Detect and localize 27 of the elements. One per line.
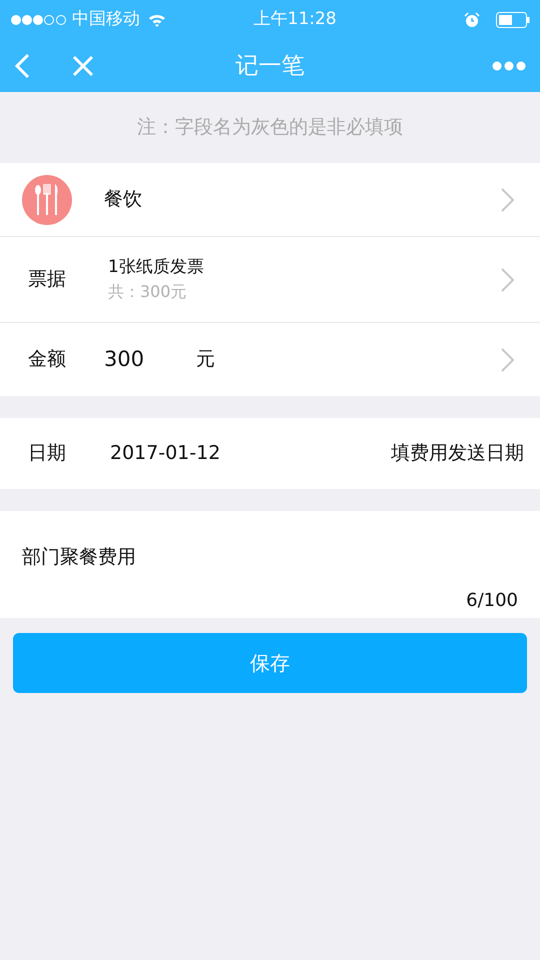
- close-icon[interactable]: [72, 55, 94, 77]
- receipt-total: 共：300元: [108, 281, 188, 304]
- signal-icon: [10, 14, 68, 26]
- date-label: 日期: [27, 441, 67, 466]
- carrier-name: 中国移动: [72, 8, 140, 32]
- chevron-icon: [500, 266, 516, 292]
- category-label: 餐饮: [104, 187, 142, 212]
- battery-icon: [496, 12, 530, 28]
- clock-time: 上午11:28: [254, 8, 338, 32]
- cutlery-icon: [22, 174, 72, 224]
- receipt-label: 票据: [27, 267, 67, 292]
- char-counter: 6/100: [466, 589, 518, 613]
- chevron-icon: [500, 186, 516, 212]
- amount-value: 300: [104, 346, 146, 373]
- amount-label: 金额: [27, 347, 67, 372]
- note-text: 注：字段名为灰色的是非必填项: [137, 115, 403, 140]
- receipt-title: 1张纸质发票: [108, 256, 204, 279]
- date-value[interactable]: 2017-01-12: [110, 439, 220, 468]
- chevron-icon: [500, 346, 516, 372]
- date-hint: 填费用发送日期: [391, 441, 524, 466]
- wifi-icon: [148, 13, 166, 27]
- page-title: 记一笔: [236, 52, 304, 81]
- alarm-icon: [464, 12, 480, 28]
- back-icon[interactable]: [14, 53, 30, 79]
- more-icon[interactable]: [492, 61, 526, 71]
- amount-unit: 元: [196, 347, 215, 372]
- remark-field[interactable]: 部门聚餐费用: [22, 543, 518, 572]
